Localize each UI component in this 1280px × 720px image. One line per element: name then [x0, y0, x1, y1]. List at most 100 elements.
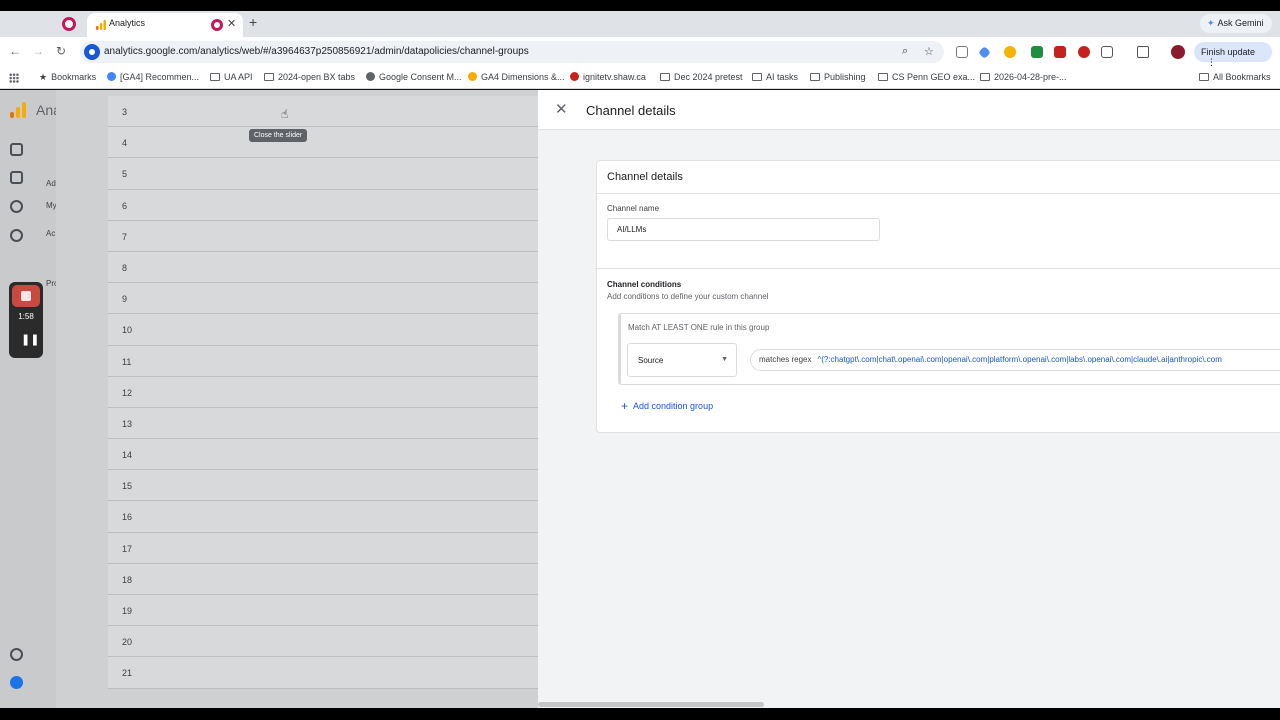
horizontal-scrollbar[interactable] — [538, 702, 764, 707]
address-bar[interactable]: analytics.google.com/analytics/web/#/a39… — [80, 41, 944, 63]
screen-recorder-panel: 1:58 ❚❚ — [9, 282, 43, 358]
star-icon: ★ — [39, 72, 48, 82]
channel-name-field[interactable]: AI/LLMs — [607, 218, 880, 241]
drawer-header: ✕ Channel details — [538, 90, 1280, 130]
table-row: 15 — [108, 470, 538, 502]
table-row: 12 — [108, 376, 538, 408]
dimension-select[interactable]: Source ▼ — [627, 343, 737, 377]
consent-icon — [366, 72, 375, 81]
bookmark-item[interactable]: Dec 2024 pretest — [660, 72, 743, 82]
forward-arrow-icon[interactable]: → — [32, 44, 44, 58]
tab-close-icon[interactable]: ✕ — [227, 17, 236, 30]
bookmark-label: Bookmarks — [51, 72, 97, 82]
bookmark-item[interactable]: UA API — [210, 72, 253, 82]
admin-gear-icon[interactable] — [10, 676, 23, 689]
ga-left-navigation: Ana Ad My Ac Pro 1:58 ❚❚ — [0, 90, 61, 708]
close-icon[interactable]: ✕ — [555, 100, 568, 118]
bookmark-star-icon[interactable]: ☆ — [924, 45, 934, 58]
add-condition-group-button[interactable]: + Add condition group — [621, 399, 713, 413]
bookmark-label: GA4 Dimensions &... — [481, 72, 565, 82]
side-label: Ad — [46, 179, 56, 188]
bookmark-item[interactable]: ★ Bookmarks — [39, 72, 96, 83]
bookmark-item[interactable]: AI tasks — [752, 72, 798, 82]
row-number: 13 — [122, 418, 133, 429]
bookmark-item[interactable]: Google Consent M... — [366, 72, 462, 82]
table-row: 11 — [108, 345, 538, 377]
scrim-overlay[interactable]: 3 4 5 6 7 8 9 10 11 12 13 14 15 16 17 18… — [56, 90, 538, 708]
chevron-down-icon: ▼ — [721, 356, 728, 363]
blocker-extension-icon[interactable] — [1078, 46, 1090, 58]
bookmarks-bar: ★ Bookmarks [GA4] Recommen... UA API 2024… — [0, 67, 1280, 89]
tab-analytics[interactable]: Analytics ✕ — [87, 13, 243, 37]
bookmark-item[interactable]: [GA4] Recommen... — [107, 72, 199, 82]
divider — [597, 193, 1280, 194]
reload-icon[interactable]: ↻ — [56, 44, 66, 58]
row-number: 15 — [122, 481, 133, 492]
ga-logo-icon — [10, 102, 26, 118]
recording-time: 1:58 — [18, 312, 34, 321]
reports-icon[interactable] — [10, 171, 23, 184]
ask-gemini-button[interactable]: ✦ Ask Gemini — [1200, 14, 1272, 33]
finish-update-button[interactable]: Finish update ⋮ — [1194, 42, 1272, 67]
row-number: 12 — [122, 387, 133, 398]
all-bookmarks[interactable]: All Bookmarks — [1199, 72, 1271, 82]
checklist-icon[interactable] — [10, 648, 23, 661]
bookmark-label: CS Penn GEO exa... — [892, 72, 976, 82]
table-row: 13 — [108, 407, 538, 440]
site-info-icon[interactable] — [84, 44, 100, 60]
bookmark-label: UA API — [224, 72, 253, 82]
extension-icon[interactable] — [1004, 46, 1016, 58]
bookmark-item[interactable]: GA4 Dimensions &... — [468, 72, 565, 82]
table-row: 18 — [108, 563, 538, 595]
bookmark-item[interactable]: CS Penn GEO exa... — [878, 72, 975, 82]
tag-extension-icon[interactable] — [978, 46, 991, 59]
recording-tab-icon[interactable] — [62, 17, 76, 31]
new-tab-button[interactable]: + — [249, 14, 257, 30]
row-number: 17 — [122, 543, 133, 554]
regex-value: ^(?:chatgpt\.com|chat\.openai\.com|opena… — [817, 355, 1222, 364]
apps-grid-icon[interactable] — [9, 73, 19, 83]
bookmark-item[interactable]: ignitetv.shaw.ca — [570, 72, 646, 82]
table-row: 10 — [108, 314, 538, 346]
row-number: 18 — [122, 574, 133, 585]
table-row: 20 — [108, 626, 538, 658]
advertising-icon[interactable] — [10, 229, 23, 242]
condition-group: Match AT LEAST ONE rule in this group So… — [618, 313, 1280, 385]
pause-icon[interactable]: ❚❚ — [21, 333, 39, 346]
row-number: 7 — [122, 231, 128, 242]
bookmark-item[interactable]: 2024-open BX tabs — [264, 72, 355, 82]
table-row: 16 — [108, 501, 538, 533]
back-arrow-icon[interactable]: ← — [9, 44, 21, 58]
extensions-puzzle-icon[interactable] — [1101, 46, 1113, 58]
bookmark-item[interactable]: Publishing — [810, 72, 866, 82]
screenshot-extension-icon[interactable] — [956, 46, 968, 58]
folder-icon — [264, 73, 274, 81]
bookmark-label: ignitetv.shaw.ca — [583, 72, 646, 82]
google-icon — [107, 72, 116, 81]
divider — [597, 268, 1280, 269]
bookmark-item[interactable]: 2026-04-28-pre-... — [980, 72, 1067, 82]
tab-search-icon[interactable] — [1137, 46, 1149, 58]
profile-avatar[interactable] — [1171, 45, 1185, 59]
media-extension-icon[interactable] — [1054, 46, 1066, 58]
menu-kebab-icon[interactable]: ⋮ — [1207, 57, 1216, 67]
explore-icon[interactable] — [10, 200, 23, 213]
zoom-icon[interactable]: ⌕ — [902, 45, 908, 58]
on-extension-icon[interactable] — [1031, 46, 1043, 58]
condition-chip[interactable]: matches regex ^(?:chatgpt\.com|chat\.open… — [750, 349, 1280, 371]
bookmark-label: All Bookmarks — [1213, 72, 1271, 82]
dimension-value: Source — [638, 356, 664, 365]
analytics-favicon-icon — [96, 20, 106, 30]
mouse-cursor-icon: ☝ — [281, 107, 289, 121]
conditions-subtitle: Add conditions to define your custom cha… — [607, 292, 769, 301]
row-number: 11 — [122, 356, 132, 367]
side-label: Ac — [46, 229, 56, 238]
stop-recording-button[interactable] — [12, 285, 40, 307]
folder-icon — [810, 73, 820, 81]
home-icon[interactable] — [10, 143, 23, 156]
close-slider-tooltip: Close the slider — [249, 129, 308, 142]
url-text[interactable]: analytics.google.com/analytics/web/#/a39… — [104, 46, 529, 57]
screen: Analytics ✕ + ✦ Ask Gemini ← → ↻ analytic… — [0, 0, 1280, 720]
bookmark-label: Publishing — [824, 72, 866, 82]
row-number: 3 — [122, 107, 128, 117]
